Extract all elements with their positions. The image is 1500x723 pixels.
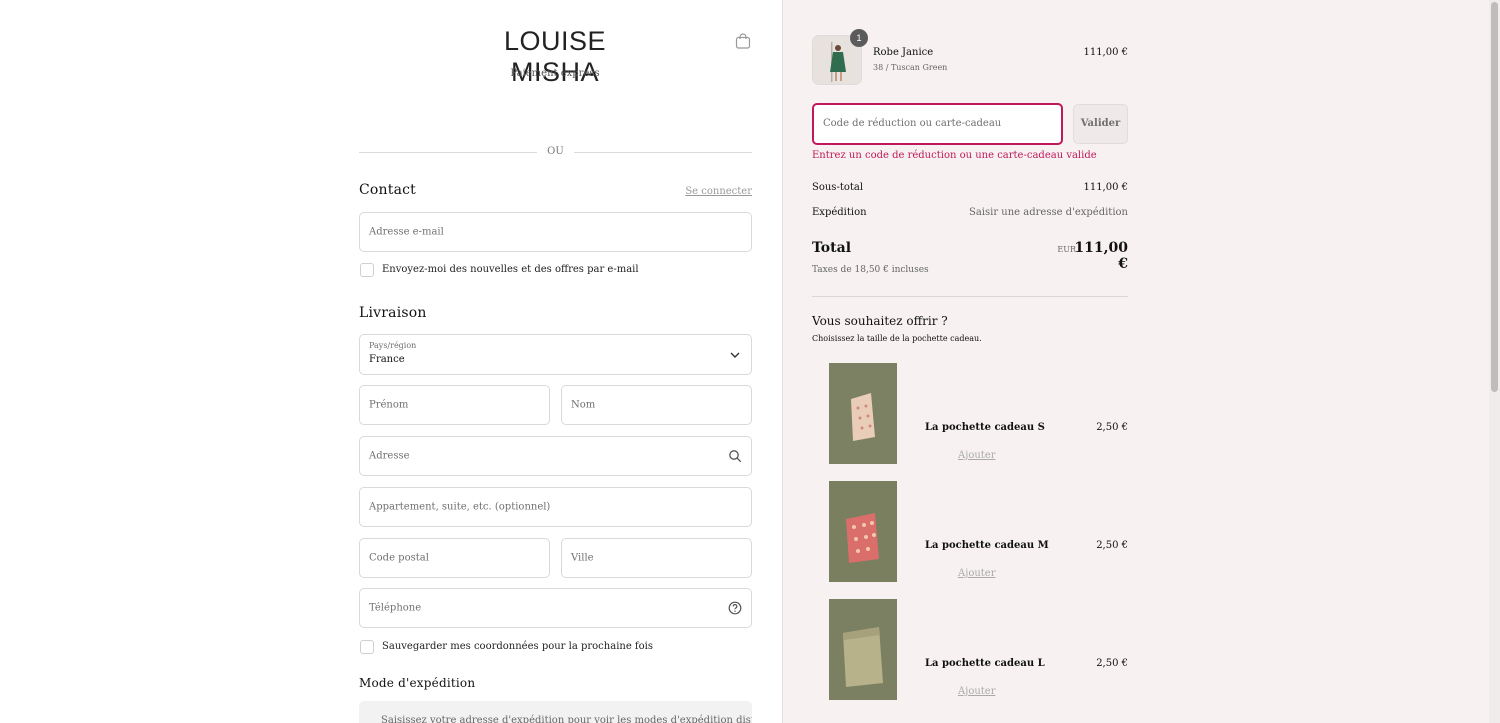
gift-item-name: La pochette cadeau L xyxy=(925,658,1045,669)
gift-pouch-image xyxy=(829,599,897,700)
gift-pouch-image xyxy=(829,363,897,464)
phone-field[interactable]: Téléphone xyxy=(359,588,752,628)
gift-item-price: 2,50 € xyxy=(1096,540,1128,551)
gift-pouch-image xyxy=(829,481,897,582)
gift-add-button[interactable]: Ajouter xyxy=(958,686,996,697)
firstname-placeholder: Prénom xyxy=(369,399,409,411)
search-icon xyxy=(729,450,742,463)
gift-item-name: La pochette cadeau M xyxy=(925,540,1049,551)
shipping-value: Saisir une adresse d'expédition xyxy=(968,207,1128,218)
product-name: Robe Janice xyxy=(873,47,934,58)
summary-divider xyxy=(812,296,1128,297)
chevron-down-icon xyxy=(730,352,740,358)
newsletter-label: Envoyez-moi des nouvelles et des offres … xyxy=(382,264,639,275)
lastname-field[interactable]: Nom xyxy=(561,385,752,425)
discount-error-message: Entrez un code de réduction ou une carte… xyxy=(812,150,1097,161)
country-label: Pays/région xyxy=(369,341,417,350)
apartment-field[interactable]: Appartement, suite, etc. (optionnel) xyxy=(359,487,752,527)
product-variant: 38 / Tuscan Green xyxy=(873,63,948,72)
shopping-bag-icon[interactable] xyxy=(735,33,751,49)
shipping-method-info-text: Saisissez votre adresse d'expédition pou… xyxy=(381,715,752,723)
quantity-badge: 1 xyxy=(850,29,868,47)
gift-add-button[interactable]: Ajouter xyxy=(958,568,996,579)
gift-subtitle: Choisissez la taille de la pochette cade… xyxy=(812,334,982,343)
gift-item-name: La pochette cadeau S xyxy=(925,422,1045,433)
firstname-field[interactable]: Prénom xyxy=(359,385,550,425)
discount-code-input[interactable]: Code de réduction ou carte-cadeau xyxy=(812,103,1063,145)
or-divider: OU xyxy=(359,146,752,158)
shipping-label: Expédition xyxy=(812,207,867,218)
express-checkout-label: Paiement express xyxy=(510,68,600,79)
total-value: 111,00 € xyxy=(1074,240,1128,272)
apply-discount-button[interactable]: Valider xyxy=(1073,104,1128,144)
taxes-note: Taxes de 18,50 € incluses xyxy=(812,265,929,275)
apartment-placeholder: Appartement, suite, etc. (optionnel) xyxy=(369,501,551,513)
address-field[interactable]: Adresse xyxy=(359,436,752,476)
lastname-placeholder: Nom xyxy=(571,399,596,411)
subtotal-label: Sous-total xyxy=(812,182,864,193)
scrollbar[interactable] xyxy=(1489,0,1500,723)
country-value: France xyxy=(369,354,405,365)
shipping-method-info: Saisissez votre adresse d'expédition pou… xyxy=(359,701,752,723)
shipping-method-title: Mode d'expédition xyxy=(359,676,476,690)
discount-code-placeholder: Code de réduction ou carte-cadeau xyxy=(823,118,1002,129)
delivery-title: Livraison xyxy=(359,305,427,321)
product-price: 111,00 € xyxy=(1083,47,1128,58)
email-field[interactable]: Adresse e-mail xyxy=(359,212,752,252)
newsletter-checkbox[interactable] xyxy=(360,263,374,277)
address-placeholder: Adresse xyxy=(369,450,410,462)
login-link[interactable]: Se connecter xyxy=(660,186,752,197)
gift-add-button[interactable]: Ajouter xyxy=(958,450,996,461)
save-info-checkbox[interactable] xyxy=(360,640,374,654)
postal-code-field[interactable]: Code postal xyxy=(359,538,550,578)
total-label: Total xyxy=(812,240,852,256)
city-field[interactable]: Ville xyxy=(561,538,752,578)
country-select[interactable]: Pays/région France xyxy=(359,334,752,375)
city-placeholder: Ville xyxy=(571,552,594,564)
save-info-label: Sauvegarder mes coordonnées pour la proc… xyxy=(382,641,653,652)
help-icon[interactable] xyxy=(728,601,742,615)
gift-title: Vous souhaitez offrir ? xyxy=(812,314,948,328)
subtotal-value: 111,00 € xyxy=(1083,182,1128,193)
postal-code-placeholder: Code postal xyxy=(369,552,429,564)
gift-item-price: 2,50 € xyxy=(1096,658,1128,669)
phone-placeholder: Téléphone xyxy=(369,602,422,614)
gift-item-price: 2,50 € xyxy=(1096,422,1128,433)
contact-title: Contact xyxy=(359,182,416,198)
scrollbar-thumb[interactable] xyxy=(1491,2,1498,392)
email-placeholder: Adresse e-mail xyxy=(369,226,444,238)
